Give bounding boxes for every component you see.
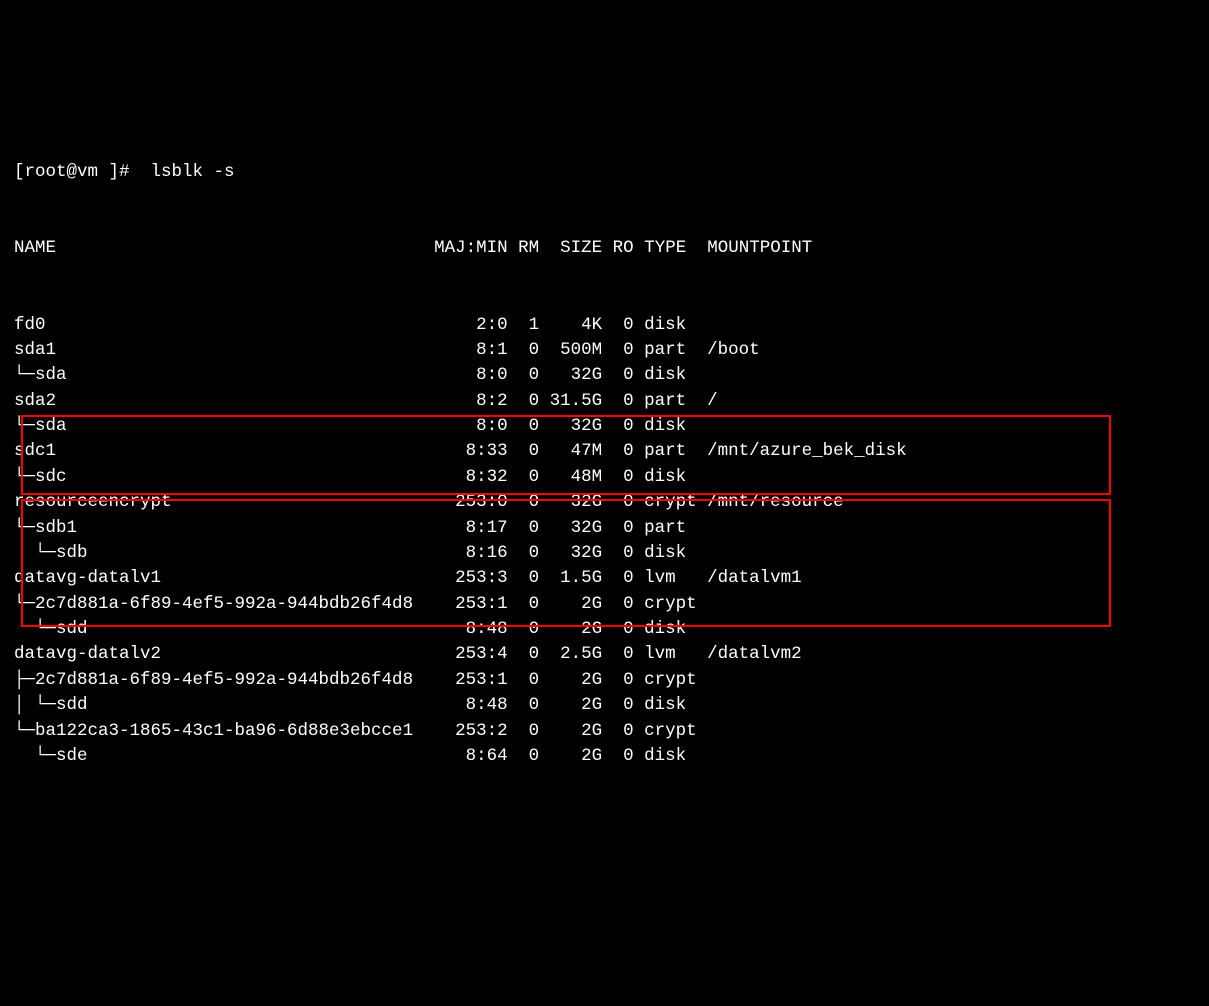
table-row: datavg-datalv2 253:4 0 2.5G 0 lvm /datal… [14,642,1195,667]
table-row: sda2 8:2 0 31.5G 0 part / [14,389,1195,414]
terminal-output: [root@vm ]# lsblk -s NAME MAJ:MIN RM SIZ… [14,110,1195,871]
col-name: NAME [14,238,56,258]
table-row: └─2c7d881a-6f89-4ef5-992a-944bdb26f4d8 2… [14,592,1195,617]
col-mountpoint: MOUNTPOINT [707,238,812,258]
table-row: ├─2c7d881a-6f89-4ef5-992a-944bdb26f4d8 2… [14,668,1195,693]
table-row: │ └─sdd 8:48 0 2G 0 disk [14,693,1195,718]
table-row: resourceencrypt 253:0 0 32G 0 crypt /mnt… [14,490,1195,515]
table-row: fd0 2:0 1 4K 0 disk [14,313,1195,338]
col-rm: RM [518,238,539,258]
col-type: TYPE [644,238,686,258]
table-row: └─sdc 8:32 0 48M 0 disk [14,465,1195,490]
table-row: └─sdd 8:48 0 2G 0 disk [14,617,1195,642]
table-row: └─sdb 8:16 0 32G 0 disk [14,541,1195,566]
shell-prompt: [root@vm ]# lsblk -s [14,160,1195,185]
table-row: └─sde 8:64 0 2G 0 disk [14,744,1195,769]
col-spacer [56,238,434,258]
table-row: sda1 8:1 0 500M 0 part /boot [14,338,1195,363]
header-row: NAME MAJ:MIN RM SIZE RO TYPE MOUNTPOINT [14,236,1195,261]
table-row: datavg-datalv1 253:3 0 1.5G 0 lvm /datal… [14,566,1195,591]
table-row: └─sdb1 8:17 0 32G 0 part [14,516,1195,541]
table-row: sdc1 8:33 0 47M 0 part /mnt/azure_bek_di… [14,439,1195,464]
col-ro: RO [613,238,634,258]
rows: fd0 2:0 1 4K 0 disk sda1 8:1 0 500M 0 pa… [14,313,1195,770]
table-row: └─ba122ca3-1865-43c1-ba96-6d88e3ebcce1 2… [14,719,1195,744]
col-majmin: MAJ:MIN [434,238,508,258]
table-row: └─sda 8:0 0 32G 0 disk [14,414,1195,439]
col-size: SIZE [560,238,602,258]
table-row: └─sda 8:0 0 32G 0 disk [14,363,1195,388]
